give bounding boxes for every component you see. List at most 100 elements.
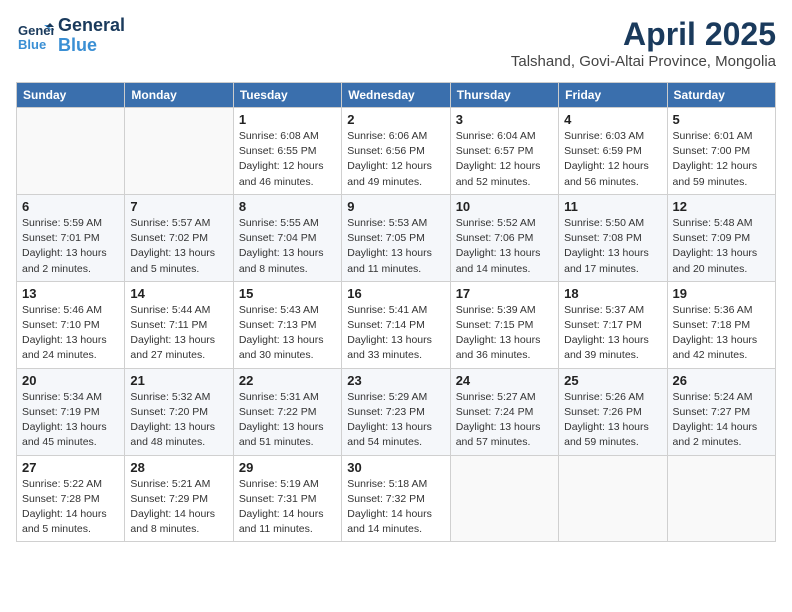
day-number: 6 (22, 199, 119, 214)
day-number: 7 (130, 199, 227, 214)
day-detail: Sunrise: 5:19 AM Sunset: 7:31 PM Dayligh… (239, 477, 336, 538)
day-detail: Sunrise: 5:18 AM Sunset: 7:32 PM Dayligh… (347, 477, 444, 538)
day-number: 20 (22, 373, 119, 388)
location: Talshand, Govi-Altai Province, Mongolia (511, 53, 776, 70)
day-detail: Sunrise: 5:22 AM Sunset: 7:28 PM Dayligh… (22, 477, 119, 538)
day-number: 17 (456, 286, 553, 301)
day-detail: Sunrise: 5:44 AM Sunset: 7:11 PM Dayligh… (130, 303, 227, 364)
calendar-day-24: 24Sunrise: 5:27 AM Sunset: 7:24 PM Dayli… (450, 368, 558, 455)
day-number: 11 (564, 199, 661, 214)
day-detail: Sunrise: 5:55 AM Sunset: 7:04 PM Dayligh… (239, 216, 336, 277)
calendar-day-12: 12 Sunrise: 5:48 AM Sunset: 7:09 PM Dayli… (667, 194, 775, 281)
day-detail: Sunrise: 5:34 AM Sunset: 7:19 PM Dayligh… (22, 390, 119, 451)
day-number: 15 (239, 286, 336, 301)
calendar-empty-cell (559, 455, 667, 542)
day-detail: Sunrise: 6:01 AM Sunset: 7:00 PM Dayligh… (673, 129, 770, 190)
calendar-week-row: 6 Sunrise: 5:59 AM Sunset: 7:01 PM Daylig… (17, 194, 776, 281)
day-number: 2 (347, 112, 444, 127)
calendar-week-row: 13 Sunrise: 5:46 AM Sunset: 7:10 PM Dayli… (17, 281, 776, 368)
calendar-day-22: 22Sunrise: 5:31 AM Sunset: 7:22 PM Dayli… (233, 368, 341, 455)
calendar-empty-cell (667, 455, 775, 542)
day-detail: Sunrise: 5:50 AM Sunset: 7:08 PM Dayligh… (564, 216, 661, 277)
calendar-day-8: 8Sunrise: 5:55 AM Sunset: 7:04 PM Daylig… (233, 194, 341, 281)
calendar-day-21: 21 Sunrise: 5:32 AM Sunset: 7:20 PM Dayli… (125, 368, 233, 455)
calendar-day-10: 10 Sunrise: 5:52 AM Sunset: 7:06 PM Dayli… (450, 194, 558, 281)
weekday-header-friday: Friday (559, 83, 667, 108)
weekday-header-sunday: Sunday (17, 83, 125, 108)
day-detail: Sunrise: 6:04 AM Sunset: 6:57 PM Dayligh… (456, 129, 553, 190)
day-number: 14 (130, 286, 227, 301)
weekday-header-monday: Monday (125, 83, 233, 108)
calendar-body: 1 Sunrise: 6:08 AM Sunset: 6:55 PM Daylig… (17, 108, 776, 542)
title-block: April 2025 Talshand, Govi-Altai Province… (511, 16, 776, 70)
calendar-day-3: 3 Sunrise: 6:04 AM Sunset: 6:57 PM Daylig… (450, 108, 558, 195)
logo-text: General Blue (58, 16, 125, 56)
day-detail: Sunrise: 6:03 AM Sunset: 6:59 PM Dayligh… (564, 129, 661, 190)
day-number: 21 (130, 373, 227, 388)
day-number: 9 (347, 199, 444, 214)
day-number: 5 (673, 112, 770, 127)
calendar-day-25: 25Sunrise: 5:26 AM Sunset: 7:26 PM Dayli… (559, 368, 667, 455)
calendar-week-row: 20 Sunrise: 5:34 AM Sunset: 7:19 PM Dayli… (17, 368, 776, 455)
day-detail: Sunrise: 5:37 AM Sunset: 7:17 PM Dayligh… (564, 303, 661, 364)
calendar-day-27: 27Sunrise: 5:22 AM Sunset: 7:28 PM Dayli… (17, 455, 125, 542)
day-detail: Sunrise: 5:46 AM Sunset: 7:10 PM Dayligh… (22, 303, 119, 364)
logo: General Blue General Blue (16, 16, 125, 56)
day-number: 1 (239, 112, 336, 127)
calendar-day-5: 5 Sunrise: 6:01 AM Sunset: 7:00 PM Daylig… (667, 108, 775, 195)
weekday-header-row: SundayMondayTuesdayWednesdayThursdayFrid… (17, 83, 776, 108)
day-detail: Sunrise: 5:43 AM Sunset: 7:13 PM Dayligh… (239, 303, 336, 364)
calendar-week-row: 27Sunrise: 5:22 AM Sunset: 7:28 PM Dayli… (17, 455, 776, 542)
day-number: 22 (239, 373, 336, 388)
calendar-week-row: 1 Sunrise: 6:08 AM Sunset: 6:55 PM Daylig… (17, 108, 776, 195)
calendar-empty-cell (17, 108, 125, 195)
day-number: 3 (456, 112, 553, 127)
calendar-empty-cell (450, 455, 558, 542)
day-detail: Sunrise: 5:59 AM Sunset: 7:01 PM Dayligh… (22, 216, 119, 277)
day-number: 26 (673, 373, 770, 388)
day-number: 10 (456, 199, 553, 214)
svg-text:Blue: Blue (18, 37, 46, 52)
weekday-header-wednesday: Wednesday (342, 83, 450, 108)
calendar-day-9: 9 Sunrise: 5:53 AM Sunset: 7:05 PM Daylig… (342, 194, 450, 281)
day-number: 28 (130, 460, 227, 475)
day-number: 16 (347, 286, 444, 301)
calendar-day-11: 11 Sunrise: 5:50 AM Sunset: 7:08 PM Dayli… (559, 194, 667, 281)
day-number: 13 (22, 286, 119, 301)
calendar: SundayMondayTuesdayWednesdayThursdayFrid… (16, 82, 776, 542)
logo-icon: General Blue (16, 17, 54, 55)
day-detail: Sunrise: 6:08 AM Sunset: 6:55 PM Dayligh… (239, 129, 336, 190)
day-number: 23 (347, 373, 444, 388)
day-detail: Sunrise: 5:24 AM Sunset: 7:27 PM Dayligh… (673, 390, 770, 451)
day-detail: Sunrise: 5:26 AM Sunset: 7:26 PM Dayligh… (564, 390, 661, 451)
day-number: 30 (347, 460, 444, 475)
logo-line1: General (58, 15, 125, 35)
calendar-day-30: 30 Sunrise: 5:18 AM Sunset: 7:32 PM Dayli… (342, 455, 450, 542)
calendar-empty-cell (125, 108, 233, 195)
calendar-day-2: 2Sunrise: 6:06 AM Sunset: 6:56 PM Daylig… (342, 108, 450, 195)
day-detail: Sunrise: 5:48 AM Sunset: 7:09 PM Dayligh… (673, 216, 770, 277)
calendar-day-15: 15 Sunrise: 5:43 AM Sunset: 7:13 PM Dayli… (233, 281, 341, 368)
day-number: 29 (239, 460, 336, 475)
day-detail: Sunrise: 5:41 AM Sunset: 7:14 PM Dayligh… (347, 303, 444, 364)
day-number: 18 (564, 286, 661, 301)
day-number: 12 (673, 199, 770, 214)
weekday-header-tuesday: Tuesday (233, 83, 341, 108)
day-detail: Sunrise: 5:36 AM Sunset: 7:18 PM Dayligh… (673, 303, 770, 364)
weekday-header-thursday: Thursday (450, 83, 558, 108)
logo-line2: Blue (58, 35, 97, 55)
calendar-day-1: 1 Sunrise: 6:08 AM Sunset: 6:55 PM Daylig… (233, 108, 341, 195)
day-detail: Sunrise: 5:29 AM Sunset: 7:23 PM Dayligh… (347, 390, 444, 451)
day-detail: Sunrise: 5:52 AM Sunset: 7:06 PM Dayligh… (456, 216, 553, 277)
day-detail: Sunrise: 5:53 AM Sunset: 7:05 PM Dayligh… (347, 216, 444, 277)
calendar-day-17: 17 Sunrise: 5:39 AM Sunset: 7:15 PM Dayli… (450, 281, 558, 368)
day-detail: Sunrise: 5:27 AM Sunset: 7:24 PM Dayligh… (456, 390, 553, 451)
calendar-day-18: 18 Sunrise: 5:37 AM Sunset: 7:17 PM Dayli… (559, 281, 667, 368)
day-detail: Sunrise: 5:39 AM Sunset: 7:15 PM Dayligh… (456, 303, 553, 364)
calendar-day-4: 4Sunrise: 6:03 AM Sunset: 6:59 PM Daylig… (559, 108, 667, 195)
calendar-day-16: 16 Sunrise: 5:41 AM Sunset: 7:14 PM Dayli… (342, 281, 450, 368)
day-detail: Sunrise: 5:21 AM Sunset: 7:29 PM Dayligh… (130, 477, 227, 538)
day-detail: Sunrise: 5:57 AM Sunset: 7:02 PM Dayligh… (130, 216, 227, 277)
day-detail: Sunrise: 5:32 AM Sunset: 7:20 PM Dayligh… (130, 390, 227, 451)
weekday-header-saturday: Saturday (667, 83, 775, 108)
